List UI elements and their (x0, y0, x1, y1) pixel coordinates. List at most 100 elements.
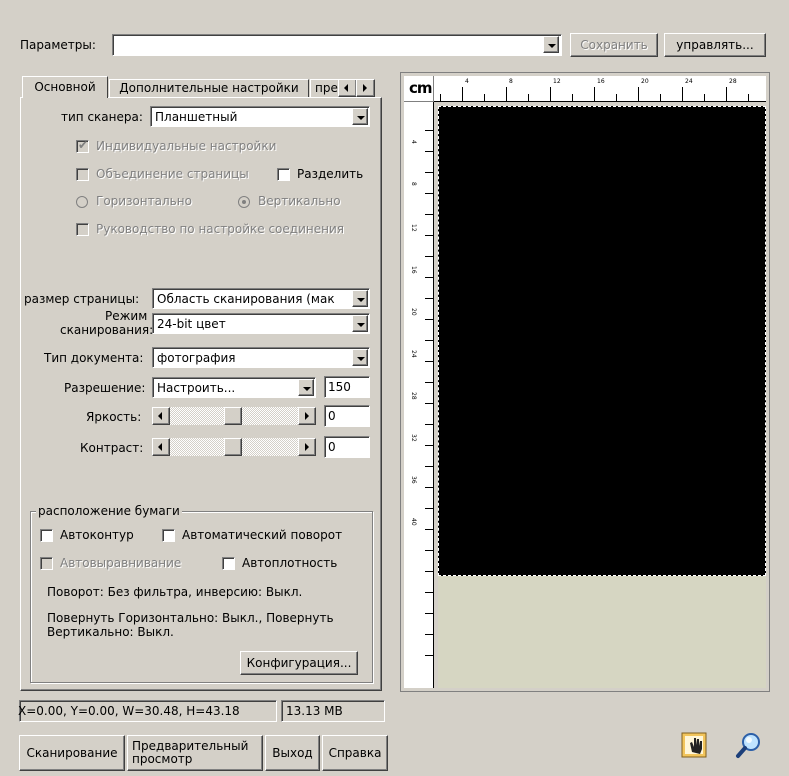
params-dropdown-arrow[interactable] (543, 36, 559, 53)
autocontour-checkbox[interactable] (40, 529, 53, 542)
ruler-label: 4 (410, 140, 417, 144)
scanner-type-select[interactable]: Планшетный (150, 106, 370, 127)
ruler-tick (572, 94, 573, 101)
exit-button[interactable]: Выход (265, 735, 320, 771)
ruler-tick (462, 87, 463, 101)
scan-region[interactable] (438, 106, 766, 576)
ruler-tick (425, 529, 433, 530)
ruler-tick (425, 445, 433, 446)
tab-preview-label: пре (315, 81, 338, 95)
brightness-thumb[interactable] (224, 407, 242, 425)
autorotate-checkbox[interactable] (162, 529, 175, 542)
chevron-down-icon (357, 357, 365, 361)
merge-pages-checkbox[interactable] (76, 168, 89, 181)
contrast-right-arrow[interactable] (298, 438, 316, 456)
zoom-icon[interactable] (734, 730, 764, 760)
ruler-label: 8 (410, 182, 417, 186)
scan-button[interactable]: Сканирование (19, 735, 125, 771)
autodensity-label: Автоплотность (242, 556, 338, 570)
contrast-thumb[interactable] (224, 438, 242, 456)
size-text: 13.13 MB (286, 704, 343, 718)
ruler-label: 16 (597, 78, 605, 85)
brightness-input[interactable]: 0 (324, 405, 370, 427)
save-button[interactable]: Сохранить (570, 33, 658, 57)
left-ruler: 4 8 12 16 20 24 28 32 36 40 (404, 102, 434, 688)
ruler-tick (425, 592, 433, 593)
scan-mode-select[interactable]: 24-bit цвет (152, 313, 370, 334)
ruler-tick (425, 193, 433, 194)
chevron-down-icon (357, 298, 365, 302)
brightness-slider[interactable] (152, 407, 316, 425)
preview-button[interactable]: Предварительный просмотр (127, 735, 263, 771)
ruler-tick (550, 87, 551, 101)
scan-mode-arrow[interactable] (352, 315, 368, 332)
resolution-select[interactable]: Настроить... (152, 377, 316, 398)
autodensity-checkbox[interactable] (222, 557, 235, 570)
contrast-slider[interactable] (152, 438, 316, 456)
ruler-tick (425, 613, 433, 614)
tab-advanced[interactable]: Дополнительные настройки (109, 79, 309, 98)
ruler-label: 20 (410, 308, 417, 316)
ruler-label: 24 (685, 78, 693, 85)
connection-guide-label: Руководство по настройке соединения (96, 222, 344, 236)
tab-scroll-left[interactable] (338, 79, 357, 97)
configuration-button[interactable]: Конфигурация... (240, 651, 358, 675)
autorotate-label: Автоматический поворот (182, 528, 343, 542)
brightness-right-arrow[interactable] (298, 407, 316, 425)
horizontal-radio[interactable] (76, 196, 88, 208)
individual-settings-checkbox[interactable]: ✔ (76, 138, 89, 153)
scanner-type-label: тип сканера: (61, 110, 143, 124)
split-label: Разделить (297, 167, 364, 181)
vertical-radio[interactable] (238, 196, 250, 208)
doc-type-arrow[interactable] (352, 349, 368, 366)
doc-type-label: Тип документа: (44, 351, 144, 365)
split-checkbox[interactable] (277, 168, 290, 181)
ruler-label: 40 (410, 518, 417, 526)
contrast-input[interactable]: 0 (324, 436, 370, 458)
tab-basic[interactable]: Основной (22, 76, 108, 98)
contrast-label: Контраст: (80, 441, 144, 455)
ruler-tick (425, 172, 433, 173)
ruler-tick (726, 87, 727, 101)
contrast-number: 0 (328, 440, 336, 454)
ruler-tick (425, 550, 433, 551)
ruler-tick (425, 655, 433, 656)
ruler-tick (425, 361, 433, 362)
arrow-left-icon (158, 412, 162, 420)
brightness-left-arrow[interactable] (152, 407, 170, 425)
tab-scroll-right[interactable] (356, 79, 375, 97)
contrast-left-arrow[interactable] (152, 438, 170, 456)
ruler-label: 24 (410, 350, 417, 358)
help-button[interactable]: Справка (322, 735, 388, 771)
ruler-label: 28 (729, 78, 737, 85)
horizontal-label: Горизонтально (96, 194, 192, 208)
params-combo[interactable] (112, 34, 562, 56)
size-field: 13.13 MB (281, 700, 385, 722)
page-size-arrow[interactable] (352, 290, 368, 307)
brightness-number: 0 (328, 409, 336, 423)
connection-guide-checkbox[interactable] (76, 223, 89, 236)
doc-type-select[interactable]: фотография (152, 347, 370, 368)
manage-button[interactable]: управлять... (664, 33, 766, 57)
ruler-label: 28 (410, 392, 417, 400)
resolution-input[interactable]: 150 (324, 376, 370, 398)
page-size-value: Область сканирования (мак (157, 292, 335, 306)
tab-basic-label: Основной (34, 80, 96, 94)
scanner-hand-icon[interactable] (680, 730, 710, 760)
ruler-label: 36 (410, 476, 417, 484)
tab-preview-partial[interactable]: пре (310, 79, 340, 98)
scanner-type-arrow[interactable] (352, 108, 368, 125)
ruler-tick (425, 130, 433, 131)
arrow-right-icon (305, 443, 309, 451)
chevron-down-icon (548, 44, 556, 48)
coords-text: X=0.00, Y=0.00, W=30.48, H=43.18 (18, 704, 240, 718)
flip-info-line2: Вертикально: Выкл. (47, 625, 174, 639)
resolution-arrow[interactable] (298, 379, 314, 396)
ruler-tick (484, 94, 485, 101)
ruler-tick (425, 277, 433, 278)
chevron-down-icon (303, 387, 311, 391)
page-size-select[interactable]: Область сканирования (мак (152, 288, 370, 309)
rotation-info: Поворот: Без фильтра, инверсию: Выкл. (47, 585, 303, 599)
ruler-label: 12 (410, 224, 417, 232)
autoalign-checkbox[interactable] (40, 557, 53, 570)
